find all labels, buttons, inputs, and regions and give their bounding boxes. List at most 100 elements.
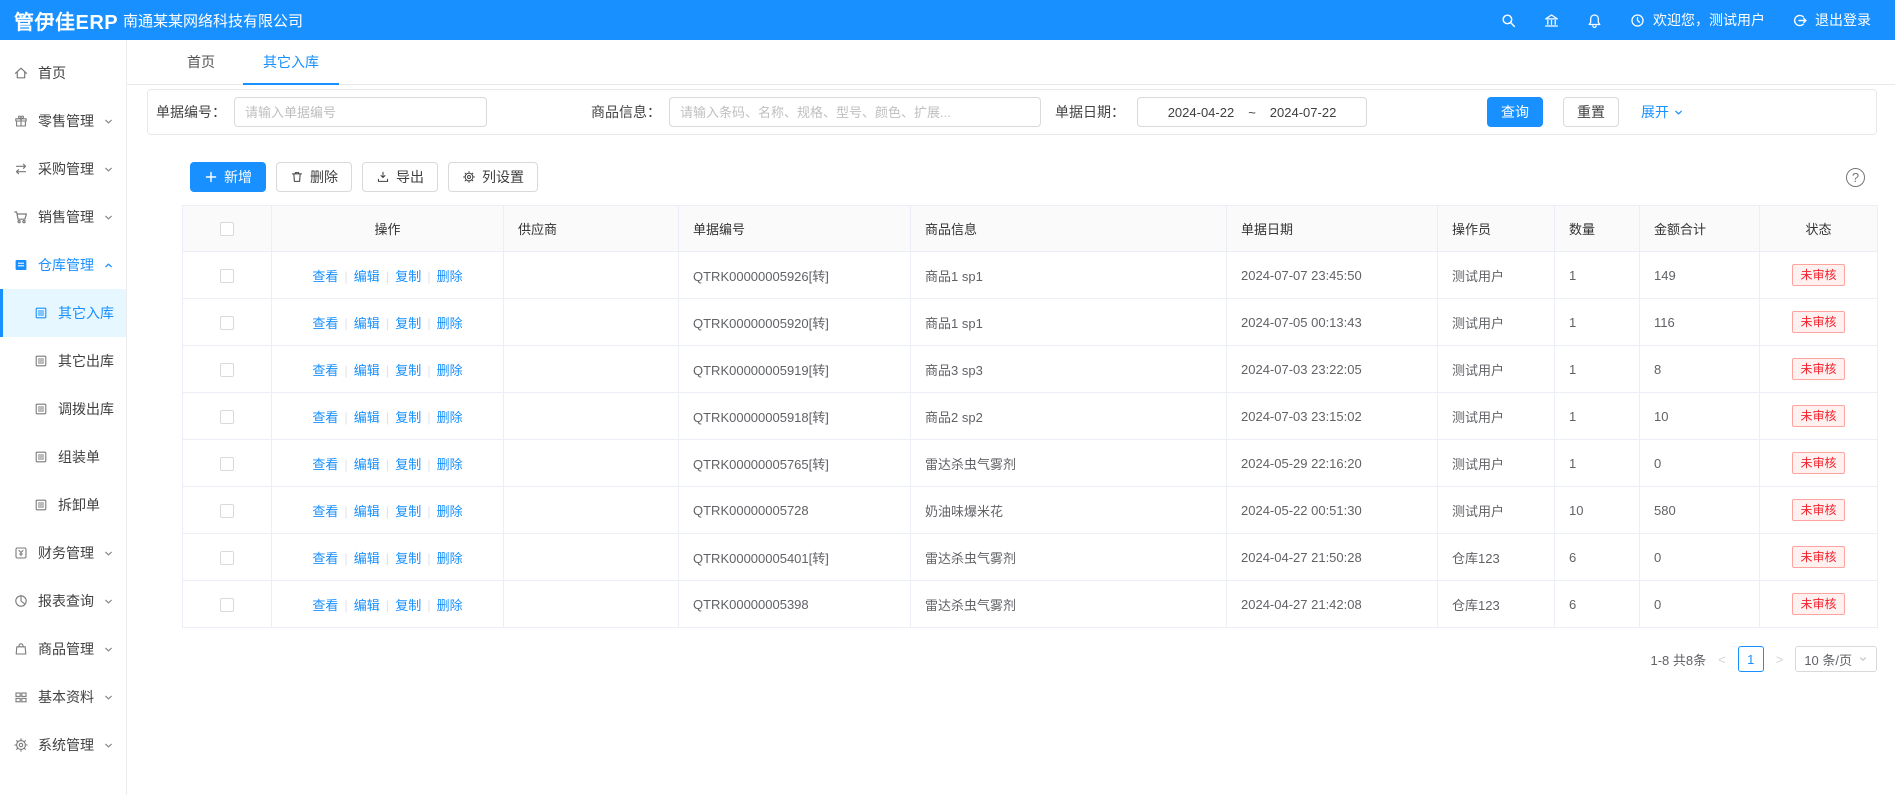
product-info-input[interactable] (669, 97, 1041, 127)
cell-operator: 测试用户 (1438, 393, 1555, 440)
copy-link[interactable]: 复制 (395, 363, 421, 378)
edit-link[interactable]: 编辑 (354, 504, 380, 519)
sidebar-item-assembly[interactable]: 组装单 (0, 433, 126, 481)
row-checkbox[interactable] (220, 598, 234, 612)
row-checkbox[interactable] (220, 457, 234, 471)
view-link[interactable]: 查看 (312, 363, 338, 378)
page-size-select[interactable]: 10 条/页 (1795, 646, 1877, 672)
header-actions: 操作 (272, 206, 504, 252)
sidebar-item-label: 调拨出库 (58, 399, 114, 419)
view-link[interactable]: 查看 (312, 457, 338, 472)
edit-link[interactable]: 编辑 (354, 410, 380, 425)
expand-toggle[interactable]: 展开 (1641, 102, 1684, 122)
page-number[interactable]: 1 (1738, 646, 1764, 672)
cell-supplier (504, 440, 679, 487)
document-icon (33, 401, 49, 417)
tab-home[interactable]: 首页 (167, 40, 235, 85)
sidebar-item-purchase[interactable]: 采购管理 (0, 145, 126, 193)
export-button[interactable]: 导出 (362, 162, 438, 192)
edit-link[interactable]: 编辑 (354, 316, 380, 331)
delete-button[interactable]: 删除 (276, 162, 352, 192)
product-info-label: 商品信息： (591, 102, 661, 122)
bank-icon[interactable] (1543, 12, 1560, 29)
next-page-icon[interactable]: > (1774, 652, 1786, 667)
view-link[interactable]: 查看 (312, 504, 338, 519)
sidebar-item-retail[interactable]: 零售管理 (0, 97, 126, 145)
cell-operator: 测试用户 (1438, 346, 1555, 393)
add-button[interactable]: 新增 (190, 162, 266, 192)
delete-link[interactable]: 删除 (437, 598, 463, 613)
copy-link[interactable]: 复制 (395, 551, 421, 566)
edit-link[interactable]: 编辑 (354, 551, 380, 566)
edit-link[interactable]: 编辑 (354, 269, 380, 284)
row-checkbox[interactable] (220, 551, 234, 565)
view-link[interactable]: 查看 (312, 316, 338, 331)
delete-link[interactable]: 删除 (437, 457, 463, 472)
header-qty: 数量 (1555, 206, 1640, 252)
copy-link[interactable]: 复制 (395, 410, 421, 425)
sidebar-item-basic-data[interactable]: 基本资料 (0, 673, 126, 721)
view-link[interactable]: 查看 (312, 269, 338, 284)
sidebar-item-other-outbound[interactable]: 其它出库 (0, 337, 126, 385)
sidebar-item-system[interactable]: 系统管理 (0, 721, 126, 769)
column-settings-button[interactable]: 列设置 (448, 162, 538, 192)
date-range-picker[interactable]: 2024-04-22 ~ 2024-07-22 (1137, 97, 1367, 127)
search-icon[interactable] (1500, 12, 1517, 29)
delete-link[interactable]: 删除 (437, 410, 463, 425)
sidebar-item-home[interactable]: 首页 (0, 49, 126, 97)
action-separator: | (386, 410, 389, 425)
date-from[interactable]: 2024-04-22 (1168, 105, 1235, 120)
action-separator: | (344, 269, 347, 284)
prev-page-icon[interactable]: < (1716, 652, 1728, 667)
sidebar-item-other-inbound[interactable]: 其它入库 (0, 289, 126, 337)
table-row: 查看|编辑|复制|删除 QTRK00000005919[转] 商品3 sp3 2… (183, 346, 1878, 393)
chevron-down-icon (1858, 654, 1868, 664)
sidebar-item-disassembly[interactable]: 拆卸单 (0, 481, 126, 529)
query-button[interactable]: 查询 (1487, 97, 1543, 127)
copy-link[interactable]: 复制 (395, 457, 421, 472)
view-link[interactable]: 查看 (312, 410, 338, 425)
row-checkbox[interactable] (220, 363, 234, 377)
copy-link[interactable]: 复制 (395, 504, 421, 519)
logout-button[interactable]: 退出登录 (1791, 10, 1871, 30)
welcome-text: 欢迎您，测试用户 (1653, 10, 1765, 30)
welcome-user[interactable]: 欢迎您，测试用户 (1629, 10, 1765, 30)
copy-link[interactable]: 复制 (395, 316, 421, 331)
action-separator: | (344, 551, 347, 566)
delete-link[interactable]: 删除 (437, 316, 463, 331)
cell-bill-no: QTRK00000005765[转] (679, 440, 911, 487)
sidebar-item-reports[interactable]: 报表查询 (0, 577, 126, 625)
view-link[interactable]: 查看 (312, 551, 338, 566)
edit-link[interactable]: 编辑 (354, 457, 380, 472)
delete-link[interactable]: 删除 (437, 363, 463, 378)
delete-link[interactable]: 删除 (437, 504, 463, 519)
cell-amount: 149 (1640, 252, 1760, 299)
view-link[interactable]: 查看 (312, 598, 338, 613)
tab-other-inbound[interactable]: 其它入库 (243, 40, 339, 85)
action-separator: | (427, 598, 430, 613)
select-all-checkbox[interactable] (220, 222, 234, 236)
sidebar-item-sales[interactable]: 销售管理 (0, 193, 126, 241)
row-checkbox[interactable] (220, 316, 234, 330)
row-checkbox[interactable] (220, 410, 234, 424)
bill-no-input[interactable] (234, 97, 487, 127)
delete-link[interactable]: 删除 (437, 551, 463, 566)
copy-link[interactable]: 复制 (395, 598, 421, 613)
reset-button[interactable]: 重置 (1563, 97, 1619, 127)
help-icon[interactable]: ? (1846, 168, 1865, 187)
sidebar-item-finance[interactable]: 财务管理 (0, 529, 126, 577)
row-checkbox[interactable] (220, 269, 234, 283)
date-to[interactable]: 2024-07-22 (1270, 105, 1337, 120)
copy-link[interactable]: 复制 (395, 269, 421, 284)
sidebar-item-transfer-outbound[interactable]: 调拨出库 (0, 385, 126, 433)
chevron-down-icon (1673, 107, 1684, 118)
sidebar-item-warehouse[interactable]: 仓库管理 (0, 241, 126, 289)
edit-link[interactable]: 编辑 (354, 598, 380, 613)
edit-link[interactable]: 编辑 (354, 363, 380, 378)
cell-operator: 测试用户 (1438, 487, 1555, 534)
bell-icon[interactable] (1586, 12, 1603, 29)
sidebar-item-goods[interactable]: 商品管理 (0, 625, 126, 673)
row-checkbox[interactable] (220, 504, 234, 518)
delete-link[interactable]: 删除 (437, 269, 463, 284)
chevron-down-icon (103, 596, 114, 607)
